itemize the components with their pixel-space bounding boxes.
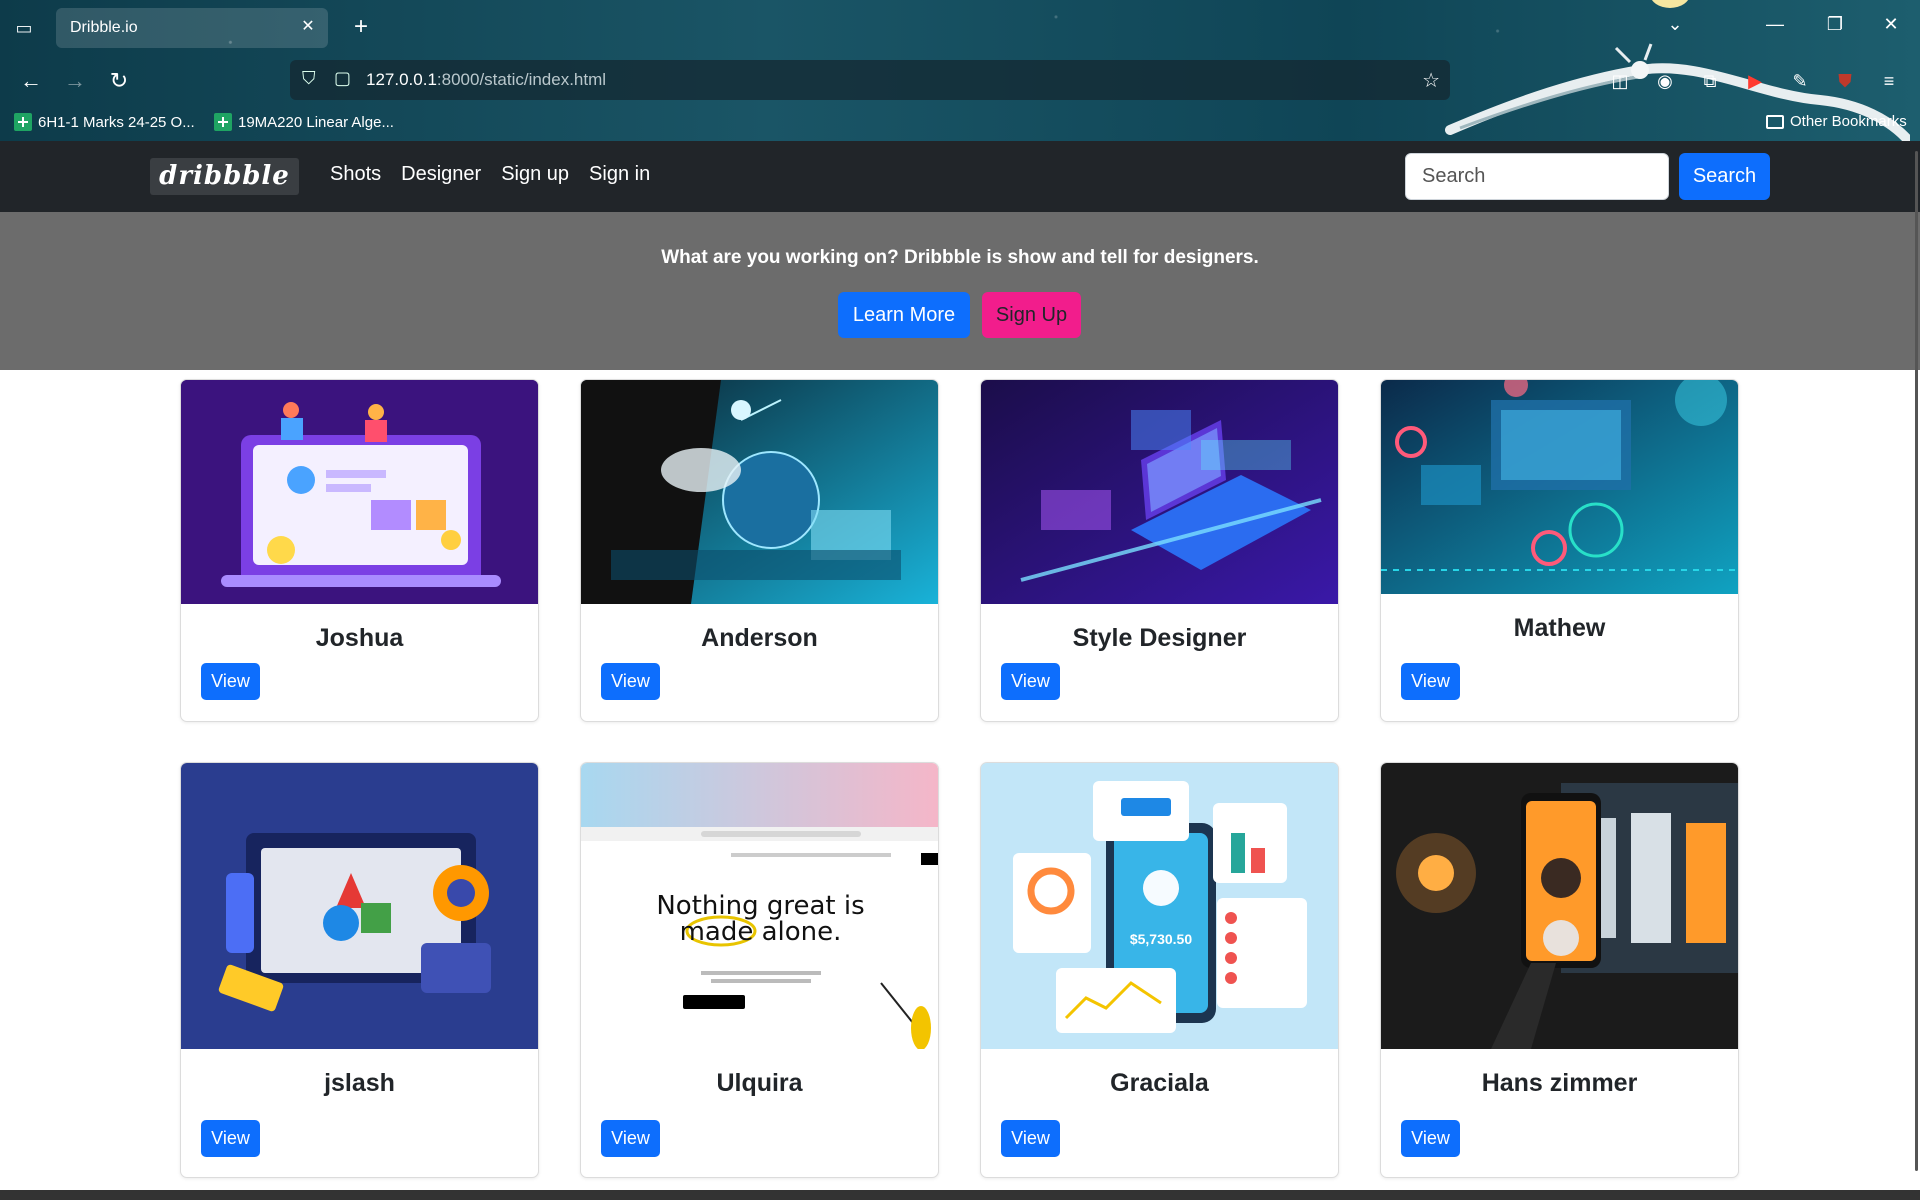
folder-icon [1766, 114, 1784, 129]
search-input[interactable] [1405, 153, 1669, 200]
learn-more-button[interactable]: Learn More [838, 292, 970, 338]
extension-icon[interactable]: ✎ [1787, 68, 1813, 94]
sheets-icon [14, 113, 32, 131]
card-title: Hans zimmer [1481, 1069, 1638, 1097]
view-button[interactable]: View [201, 663, 260, 700]
card-title: Ulquira [716, 1069, 803, 1097]
url-host: 127.0.0.1 [366, 70, 437, 89]
designer-card: $5,730.50 Graciala View [980, 762, 1339, 1178]
card-image-team-illustration [181, 380, 538, 604]
browser-tab-active[interactable]: Dribble.io ✕ [56, 8, 328, 48]
restore-icon[interactable]: ❐ [1820, 14, 1850, 35]
card-title: Joshua [315, 624, 404, 652]
card-image-isometric-laptop [981, 380, 1338, 604]
other-bookmarks[interactable]: Other Bookmarks [1766, 113, 1907, 130]
browser-chrome: ▭ Dribble.io ✕ + ⌄ — ❐ ✕ ← → ↻ ⛉ ▢ 127.0… [0, 0, 1920, 141]
new-tab-icon[interactable]: + [348, 14, 374, 40]
nav-links: Shots Designer Sign up Sign in [330, 163, 650, 186]
hero-tagline: What are you working on? Dribbble is sho… [661, 247, 1259, 268]
card-title: Anderson [701, 624, 818, 652]
other-bookmarks-label: Other Bookmarks [1790, 113, 1907, 130]
url-path: :8000/static/index.html [436, 70, 607, 89]
card-image-phone-app [1381, 763, 1738, 1049]
figma-headline-line-2: made alone. [679, 917, 842, 947]
view-button[interactable]: View [601, 1120, 660, 1157]
designer-card: Joshua View [180, 379, 539, 722]
card-title: Style Designer [1072, 624, 1247, 652]
bookmark-label: 6H1-1 Marks 24-25 O... [38, 113, 195, 131]
hero-banner: What are you working on? Dribbble is sho… [0, 212, 1920, 370]
tab-list-icon[interactable]: ▭ [12, 16, 36, 40]
extensions-icon[interactable]: ⧉ [1697, 68, 1723, 94]
menu-icon[interactable]: ≡ [1876, 68, 1902, 94]
minimize-icon[interactable]: — [1760, 14, 1790, 35]
designer-card: Mathew View [1380, 379, 1739, 722]
nav-link-shots[interactable]: Shots [330, 163, 381, 186]
view-button[interactable]: View [1401, 663, 1460, 700]
forward-icon[interactable]: → [60, 66, 90, 96]
reload-icon[interactable]: ↻ [104, 66, 134, 96]
view-button[interactable]: View [1401, 1120, 1460, 1157]
view-button[interactable]: View [1001, 1120, 1060, 1157]
scroll-thumb[interactable] [1915, 151, 1918, 1171]
sheets-icon [214, 113, 232, 131]
card-image-cyber-interface [1381, 380, 1738, 594]
tab-title: Dribble.io [70, 19, 138, 36]
card-image-design-tools [181, 763, 538, 1049]
view-button[interactable]: View [201, 1120, 260, 1157]
figma-headline-line-1: Nothing great is [656, 891, 865, 921]
card-image-tech-globe [581, 380, 938, 604]
designer-card: Hans zimmer View [1380, 762, 1739, 1178]
bookmark-label: 19MA220 Linear Alge... [238, 113, 394, 131]
designer-card: Nothing great is made alone. Ulquira Vie… [580, 762, 939, 1178]
address-bar[interactable]: ⛉ ▢ 127.0.0.1:8000/static/index.html ☆ [290, 60, 1450, 100]
card-title: Graciala [1110, 1069, 1209, 1097]
page-info-icon[interactable]: ▢ [334, 68, 351, 89]
back-icon[interactable]: ← [16, 66, 46, 96]
finance-amount: $5,730.50 [1129, 931, 1193, 947]
card-image-finance-dashboard: $5,730.50 [981, 763, 1338, 1049]
ublock-icon[interactable]: ⛊ [1832, 68, 1858, 94]
sign-up-button[interactable]: Sign Up [982, 292, 1081, 338]
view-button[interactable]: View [1001, 663, 1060, 700]
page-scrollbar[interactable] [1912, 141, 1920, 1200]
designer-card: jslash View [180, 762, 539, 1178]
nav-link-sign-up[interactable]: Sign up [501, 163, 569, 186]
bookmark-item[interactable]: 19MA220 Linear Alge... [214, 113, 394, 131]
card-image-figma-website: Nothing great is made alone. [581, 763, 938, 1049]
bookmark-star-icon[interactable]: ☆ [1422, 68, 1440, 93]
nav-link-sign-in[interactable]: Sign in [589, 163, 650, 186]
youtube-extension-icon[interactable]: ▶ [1742, 68, 1768, 94]
account-icon[interactable]: ◉ [1652, 68, 1678, 94]
card-title: Mathew [1513, 614, 1606, 642]
view-button[interactable]: View [601, 663, 660, 700]
search-button[interactable]: Search [1679, 153, 1770, 200]
tracking-shield-icon[interactable]: ⛉ [302, 68, 316, 89]
nav-link-designer[interactable]: Designer [401, 163, 481, 186]
site-navbar: dribbble Shots Designer Sign up Sign in … [0, 141, 1920, 212]
pocket-icon[interactable]: ◫ [1607, 68, 1633, 94]
brand-logo[interactable]: dribbble [150, 158, 299, 195]
page-viewport: dribbble Shots Designer Sign up Sign in … [0, 141, 1920, 1200]
list-all-tabs-icon[interactable]: ⌄ [1660, 14, 1690, 35]
close-tab-icon[interactable]: ✕ [298, 17, 318, 37]
card-title: jslash [324, 1069, 395, 1097]
footer [0, 1190, 1920, 1200]
designer-card: Style Designer View [980, 379, 1339, 722]
close-window-icon[interactable]: ✕ [1876, 14, 1906, 35]
designer-card: Anderson View [580, 379, 939, 722]
bookmark-item[interactable]: 6H1-1 Marks 24-25 O... [14, 113, 195, 131]
